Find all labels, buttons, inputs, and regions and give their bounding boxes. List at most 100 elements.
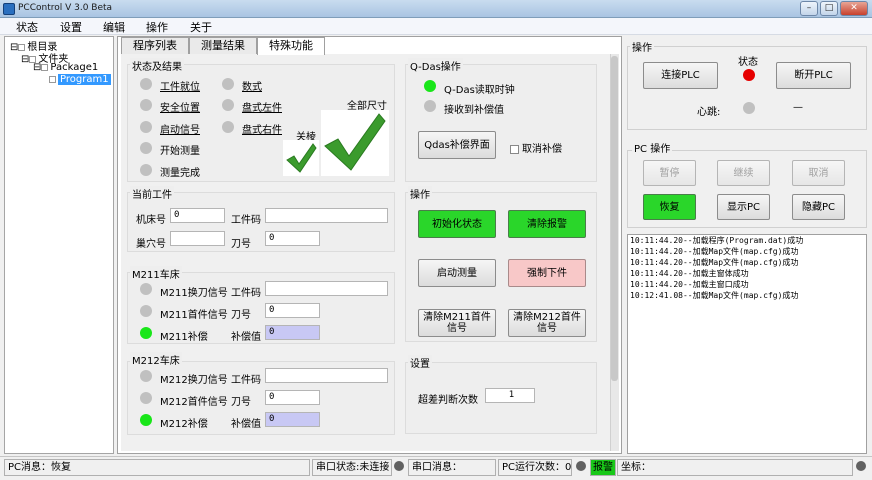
m211-indicator <box>140 305 152 317</box>
current-workpiece-title: 当前工件 <box>130 186 174 201</box>
status-label: 数式 <box>242 82 262 93</box>
serial-message: 串口消息： <box>408 459 496 476</box>
plc-state-indicator <box>743 69 755 81</box>
m211-indicator <box>140 283 152 295</box>
connect-plc-button[interactable]: 连接PLC <box>643 62 718 89</box>
m211-comp-indicator <box>140 327 152 339</box>
show-pc-button[interactable]: 显示PC <box>717 194 770 220</box>
serial-state: 串口状态:未连接 <box>312 459 392 476</box>
qdas-comp-button[interactable]: Qdas补偿界面 <box>418 131 496 159</box>
m212-first-piece-label: M212首件信号 <box>160 397 228 408</box>
scrollbar-thumb[interactable] <box>611 56 618 381</box>
menu-edit[interactable]: 编辑 <box>103 19 125 35</box>
qdas-comp-indicator <box>424 100 436 112</box>
hide-pc-button[interactable]: 隐藏PC <box>792 194 845 220</box>
restore-button[interactable]: 恢复 <box>643 194 696 220</box>
init-state-button[interactable]: 初始化状态 <box>418 210 496 238</box>
start-measure-button[interactable]: 启动测量 <box>418 259 496 287</box>
status-indicator <box>140 164 152 176</box>
clear-m212-button[interactable]: 清除M212首件信号 <box>508 309 586 337</box>
pause-button[interactable]: 暂停 <box>643 160 696 186</box>
m211-comp-label: M211补偿 <box>160 332 208 343</box>
maximize-button[interactable]: □ <box>820 1 838 16</box>
hole-input[interactable] <box>170 231 225 246</box>
status-group-title: 状态及结果 <box>130 58 184 73</box>
qdas-clock-label: Q-Das读取时钟 <box>444 85 515 96</box>
pc-op-title: PC 操作 <box>632 140 673 155</box>
m212-comp-input[interactable]: 0 <box>265 412 320 427</box>
run-count: PC运行次数：0 <box>498 459 572 476</box>
tab-program-list[interactable]: 程序列表 <box>121 37 189 54</box>
m212-code-input[interactable] <box>265 368 388 383</box>
hole-label: 巢穴号 <box>136 239 166 250</box>
tool-input[interactable]: 0 <box>265 231 320 246</box>
pc-message: PC消息：恢复 <box>4 459 310 476</box>
minimize-button[interactable]: – <box>800 1 818 16</box>
code-input[interactable] <box>265 208 388 223</box>
operations-title: 操作 <box>408 186 432 201</box>
status-label: 开始测量 <box>160 146 200 157</box>
m211-comp-value-label: 补偿值 <box>231 332 261 343</box>
state-label: 状态 <box>738 57 758 68</box>
disconnect-plc-button[interactable]: 断开PLC <box>776 62 851 89</box>
clear-m211-button[interactable]: 清除M211首件信号 <box>418 309 496 337</box>
program-tree[interactable]: ⊟ 根目录 ⊟ 文件夹 ⊟ Package1 Program1 <box>4 36 114 454</box>
plc-op-title: 操作 <box>630 39 654 54</box>
checkbox-icon[interactable] <box>510 144 519 154</box>
status-indicator <box>140 121 152 133</box>
clear-alarm-button[interactable]: 清除报警 <box>508 210 586 238</box>
status-label: 盘式右件 <box>242 125 282 136</box>
log-line: 10:11:44.20--加载主窗体成功 <box>630 269 749 278</box>
m211-tool-input[interactable]: 0 <box>265 303 320 318</box>
status-label: 工件就位 <box>160 82 200 93</box>
cancel-comp-checkbox[interactable]: 取消补偿 <box>510 140 562 155</box>
machine-input[interactable]: 0 <box>170 208 225 223</box>
tolerance-count-input[interactable]: 1 <box>485 388 535 403</box>
m211-comp-input[interactable]: 0 <box>265 325 320 340</box>
m211-tool-label: 刀号 <box>231 310 251 321</box>
settings-title: 设置 <box>408 355 432 370</box>
log-line: 10:11:44.20--加载Map文件(map.cfg)成功 <box>630 258 799 267</box>
heartbeat-indicator <box>743 102 755 114</box>
menu-operation[interactable]: 操作 <box>146 19 168 35</box>
tolerance-count-label: 超差判断次数 <box>418 395 478 406</box>
tree-program[interactable]: Program1 <box>49 74 111 85</box>
tab-measure-results[interactable]: 测量结果 <box>189 37 257 54</box>
menu-about[interactable]: 关于 <box>190 19 212 35</box>
m212-tool-input[interactable]: 0 <box>265 390 320 405</box>
tree-package[interactable]: ⊟ Package1 <box>33 62 98 73</box>
menu-settings[interactable]: 设置 <box>60 19 82 35</box>
coordinate-readout: 坐标： <box>617 459 853 476</box>
m212-tool-change-label: M212换刀信号 <box>160 375 228 386</box>
status-label: 启动信号 <box>160 125 200 136</box>
small-check-icon <box>283 140 319 176</box>
large-check-icon <box>321 110 389 176</box>
m211-title: M211车床 <box>130 266 182 281</box>
log-line: 10:11:44.20--加载程序(Program.dat)成功 <box>630 236 804 245</box>
force-unload-button[interactable]: 强制下件 <box>508 259 586 287</box>
close-button[interactable]: ✕ <box>840 1 868 16</box>
m212-comp-indicator <box>140 414 152 426</box>
status-label: 盘式左件 <box>242 103 282 114</box>
heartbeat-label: 心跳: <box>697 107 721 118</box>
machine-label: 机床号 <box>136 215 166 226</box>
m211-first-piece-label: M211首件信号 <box>160 310 228 321</box>
cancel-button[interactable]: 取消 <box>792 160 845 186</box>
log-panel[interactable]: 10:11:44.20--加载程序(Program.dat)成功 10:11:4… <box>627 234 867 454</box>
tab-special-functions[interactable]: 特殊功能 <box>257 37 325 55</box>
status-indicator <box>140 99 152 111</box>
alarm-badge: 报警 <box>590 459 616 476</box>
resume-button[interactable]: 继续 <box>717 160 770 186</box>
checkbox-icon[interactable] <box>41 63 49 71</box>
code-label: 工件码 <box>231 215 261 226</box>
qdas-comp-label: 接收到补偿值 <box>444 105 504 116</box>
menu-status[interactable]: 状态 <box>16 19 38 35</box>
m212-comp-value-label: 补偿值 <box>231 419 261 430</box>
qdas-title: Q-Das操作 <box>408 58 463 73</box>
checkbox-icon[interactable] <box>49 75 56 83</box>
status-indicator <box>140 142 152 154</box>
status-indicator <box>140 78 152 90</box>
status-indicator <box>222 78 234 90</box>
m211-tool-change-label: M211换刀信号 <box>160 288 228 299</box>
m211-code-input[interactable] <box>265 281 388 296</box>
